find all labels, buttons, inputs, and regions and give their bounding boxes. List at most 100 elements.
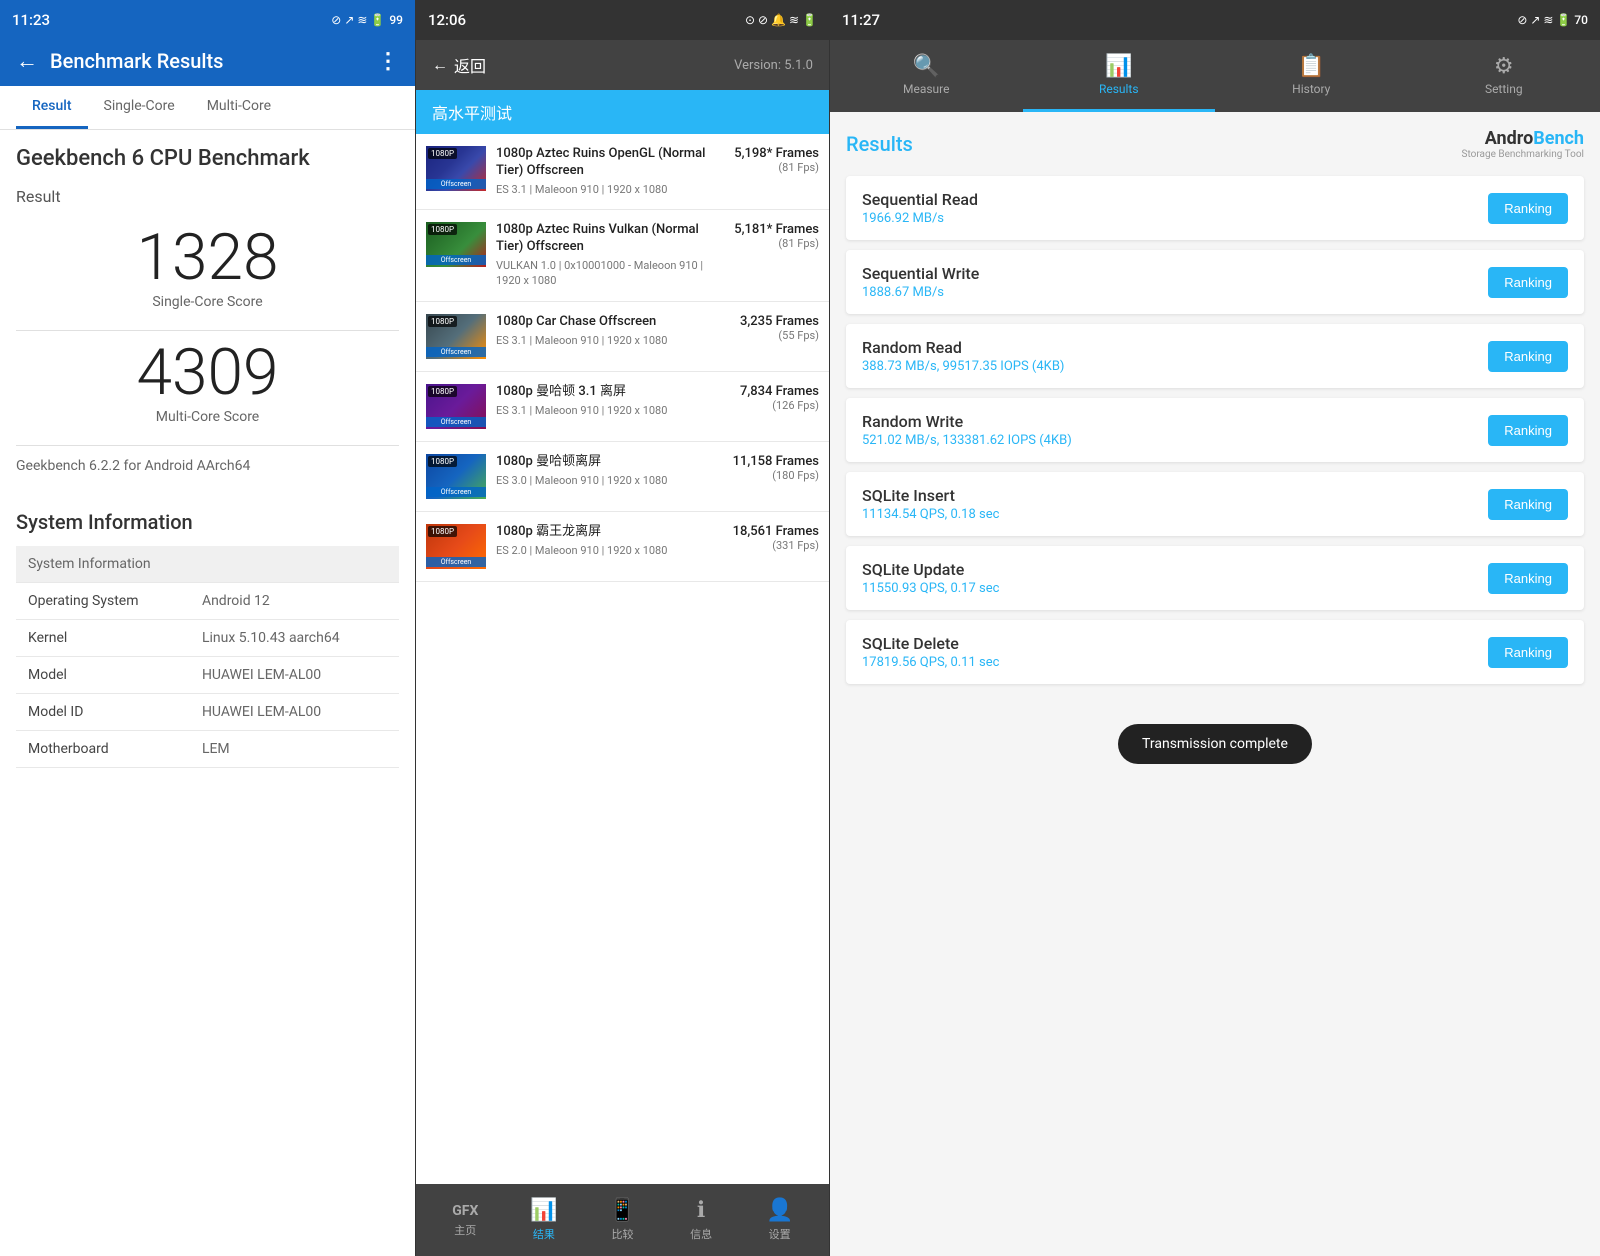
gfx-frames: 5,198* Frames [734,146,819,161]
multi-core-desc: Multi-Core Score [16,409,399,425]
tab-result[interactable]: Result [16,86,88,129]
gfx-item-score: 5,198* Frames (81 Fps) [734,146,819,174]
single-core-desc: Single-Core Score [16,294,399,310]
back-button[interactable]: ← [16,48,38,74]
time-2: 12:06 [428,11,466,29]
gfx-item-name: 1080p Car Chase Offscreen [496,314,729,331]
gfx-frames: 3,235 Frames [739,314,819,329]
gfx-list-item[interactable]: 1080P Offscreen 1080p 曼哈顿离屏 ES 3.0 | Mal… [416,442,829,512]
gfx-fps: (331 Fps) [733,539,819,552]
res-label: 1080P [428,456,457,467]
logo-text: AndroBench [1462,128,1585,149]
andro-metric-item: Random Read 388.73 MB/s, 99517.35 IOPS (… [846,324,1584,388]
gfx-header: ← 返回 Version: 5.1.0 [416,40,829,90]
gfx-list-item[interactable]: 1080P Offscreen 1080p Aztec Ruins OpenGL… [416,134,829,210]
more-button[interactable]: ⋮ [377,49,399,74]
gfx-item-name: 1080p 霸王龙离屏 [496,524,723,541]
gfx-subtitle: 高水平测试 [416,90,829,134]
gfx-back-button[interactable]: ← 返回 [432,53,486,77]
sys-table-header-row: System Information [16,546,399,583]
ranking-button[interactable]: Ranking [1488,193,1568,224]
andro-metrics-list: Sequential Read 1966.92 MB/s Ranking Seq… [846,176,1584,684]
gfx-item-spec: ES 3.1 | Maleoon 910 | 1920 x 1080 [496,403,729,418]
metric-info: SQLite Insert 11134.54 QPS, 0.18 sec [862,486,1488,522]
res-label: 1080P [428,316,457,327]
tab-single-core[interactable]: Single-Core [88,86,191,129]
gfx-nav-settings[interactable]: 👤 设置 [750,1198,810,1242]
gfx-item-name: 1080p 曼哈顿离屏 [496,454,723,471]
gfx-results-list: 1080P Offscreen 1080p Aztec Ruins OpenGL… [416,134,829,1184]
ranking-button[interactable]: Ranking [1488,563,1568,594]
metric-info: SQLite Delete 17819.56 QPS, 0.11 sec [862,634,1488,670]
gfx-item-name: 1080p Aztec Ruins OpenGL (Normal Tier) O… [496,146,724,180]
geekbench-panel: 11:23 ⊘ ↗ ≋ 🔋 99 ← Benchmark Results ⋮ R… [0,0,415,1256]
settings-icon: 👤 [766,1198,793,1223]
gfx-item-score: 5,181* Frames (81 Fps) [734,222,819,250]
model-value: HUAWEI LEM-AL00 [190,657,399,694]
ranking-button[interactable]: Ranking [1488,637,1568,668]
tab-history[interactable]: 📋 History [1215,40,1408,112]
metric-value: 17819.56 QPS, 0.11 sec [862,655,1488,670]
gfx-thumb: 1080P Offscreen [426,314,486,359]
gfx-fps: (126 Fps) [739,399,819,412]
gfx-frames: 5,181* Frames [734,222,819,237]
metric-name: SQLite Delete [862,634,1488,653]
gfx-list-item[interactable]: 1080P Offscreen 1080p 霸王龙离屏 ES 2.0 | Mal… [416,512,829,582]
page-title: Benchmark Results [50,49,223,73]
gfx-nav-home[interactable]: GFX 主页 [435,1203,495,1238]
gfx-item-score: 11,158 Frames (180 Fps) [733,454,819,482]
gfx-item-spec: VULKAN 1.0 | 0x10001000 - Maleoon 910 | … [496,258,724,289]
res-label: 1080P [428,224,457,235]
metric-name: Random Write [862,412,1488,431]
gfx-item-info: 1080p Car Chase Offscreen ES 3.1 | Maleo… [496,314,729,348]
gfx-thumb: 1080P Offscreen [426,524,486,569]
setting-icon: ⚙ [1494,54,1514,79]
gfx-list-item[interactable]: 1080P Offscreen 1080p 曼哈顿 3.1 离屏 ES 3.1 … [416,372,829,442]
andro-metric-item: SQLite Update 11550.93 QPS, 0.17 sec Ran… [846,546,1584,610]
tab-multi-core[interactable]: Multi-Core [191,86,287,129]
gfx-nav-results[interactable]: 📊 结果 [514,1198,574,1242]
gfx-fps: (55 Fps) [739,329,819,342]
gfx-list-item[interactable]: 1080P Offscreen 1080p Car Chase Offscree… [416,302,829,372]
table-row: Motherboard LEM [16,731,399,768]
gfx-item-spec: ES 3.1 | Maleoon 910 | 1920 x 1080 [496,333,729,348]
gfx-item-name: 1080p Aztec Ruins Vulkan (Normal Tier) O… [496,222,724,256]
gfx-item-info: 1080p Aztec Ruins Vulkan (Normal Tier) O… [496,222,724,289]
toast-container: Transmission complete [846,694,1584,804]
motherboard-label: Motherboard [16,731,190,768]
ranking-button[interactable]: Ranking [1488,267,1568,298]
andro-header: Results AndroBench Storage Benchmarking … [846,128,1584,160]
ranking-button[interactable]: Ranking [1488,415,1568,446]
kernel-label: Kernel [16,620,190,657]
gfx-nav-info[interactable]: ℹ 信息 [671,1198,731,1242]
gfx-list-item[interactable]: 1080P Offscreen 1080p Aztec Ruins Vulkan… [416,210,829,302]
gfx-nav-compare[interactable]: 📱 比较 [592,1198,652,1242]
gfx-subtitle-text: 高水平测试 [432,100,512,124]
status-icons-1: ⊘ ↗ ≋ 🔋 99 [331,13,403,27]
model-label: Model [16,657,190,694]
gfx-panel: 12:06 ⊙ ⊘ 🔔 ≋ 🔋 ← 返回 Version: 5.1.0 高水平测… [415,0,830,1256]
res-label: 1080P [428,386,457,397]
benchmark-title: Geekbench 6 CPU Benchmark [16,146,399,171]
ranking-button[interactable]: Ranking [1488,489,1568,520]
tab-bar-1: Result Single-Core Multi-Core [0,86,415,130]
andro-metric-item: Random Write 521.02 MB/s, 133381.62 IOPS… [846,398,1584,462]
androbench-content: Results AndroBench Storage Benchmarking … [830,112,1600,1256]
offscreen-tag: Offscreen [426,557,486,567]
score-divider [16,330,399,331]
tab-setting[interactable]: ⚙ Setting [1408,40,1600,112]
tab-measure[interactable]: 🔍 Measure [830,40,1023,112]
nav-compare-label: 比较 [611,1226,633,1242]
andro-metric-item: SQLite Delete 17819.56 QPS, 0.11 sec Ran… [846,620,1584,684]
ranking-button[interactable]: Ranking [1488,341,1568,372]
compare-icon: 📱 [609,1198,636,1223]
andro-results-title: Results [846,132,913,156]
gfx-item-info: 1080p 曼哈顿离屏 ES 3.0 | Maleoon 910 | 1920 … [496,454,723,488]
gfx-frames: 11,158 Frames [733,454,819,469]
metric-name: SQLite Update [862,560,1488,579]
back-icon: ← [432,55,448,75]
metric-info: Random Read 388.73 MB/s, 99517.35 IOPS (… [862,338,1488,374]
gfx-item-name: 1080p 曼哈顿 3.1 离屏 [496,384,729,401]
sys-info-table: System Information Operating System Andr… [16,546,399,768]
tab-results[interactable]: 📊 Results [1023,40,1216,112]
